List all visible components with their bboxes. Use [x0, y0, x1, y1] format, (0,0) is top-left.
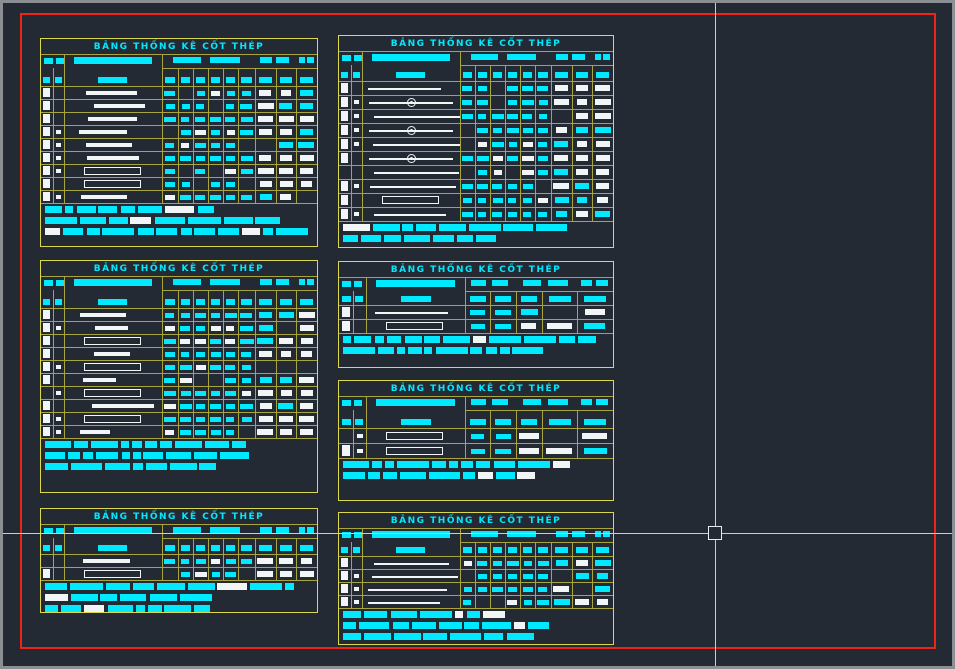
cad-viewport[interactable]: BẢNG THỐNG KÊ CỐT THÉPBẢNG THỐNG KÊ CỐT … [0, 0, 955, 669]
crosshair-cursor [0, 0, 955, 669]
crosshair-pickbox [708, 526, 722, 540]
crosshair-vline [715, 0, 716, 669]
crosshair-hline [0, 533, 955, 534]
